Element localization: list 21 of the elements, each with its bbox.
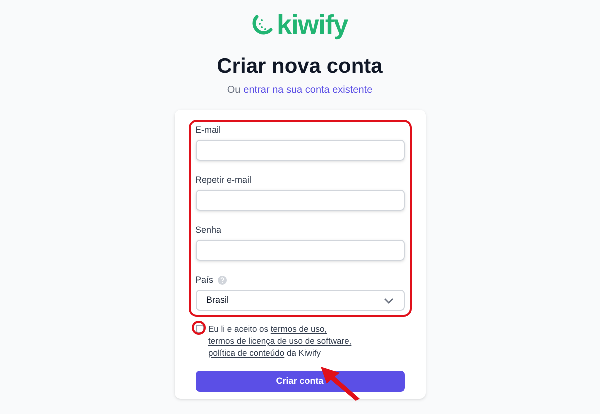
field-label: País (196, 274, 214, 286)
input-field[interactable] (196, 190, 404, 212)
chevron-down-icon (384, 298, 394, 304)
country-select[interactable]: Brasil (196, 290, 404, 312)
field-label: Repetir e-mail (196, 174, 252, 187)
terms-link[interactable]: política de conteúdo (208, 348, 285, 358)
terms-link[interactable]: termos de licença de uso de software, (208, 336, 352, 346)
logo-text: kiwify (277, 12, 348, 38)
field-label: Senha (196, 224, 222, 236)
input-field[interactable] (196, 240, 404, 262)
terms-link[interactable]: termos de uso, (270, 324, 328, 334)
input-field[interactable] (196, 140, 404, 162)
kiwi-logo-icon (252, 14, 274, 36)
terms-text: Eu li e aceito os termos de uso, termos de licença de uso de software, política de conteúdo da Kiwify (208, 323, 353, 360)
sign-in-link[interactable]: entrar na sua conta existente (244, 83, 373, 98)
page-title: Criar nova conta (217, 54, 383, 80)
help-icon[interactable] (218, 276, 227, 285)
subtitle-text: Ou (227, 84, 241, 98)
field-label: E-mail (196, 124, 222, 136)
create-account-button[interactable]: Criar conta (196, 371, 404, 392)
terms-checkbox[interactable] (196, 325, 204, 334)
